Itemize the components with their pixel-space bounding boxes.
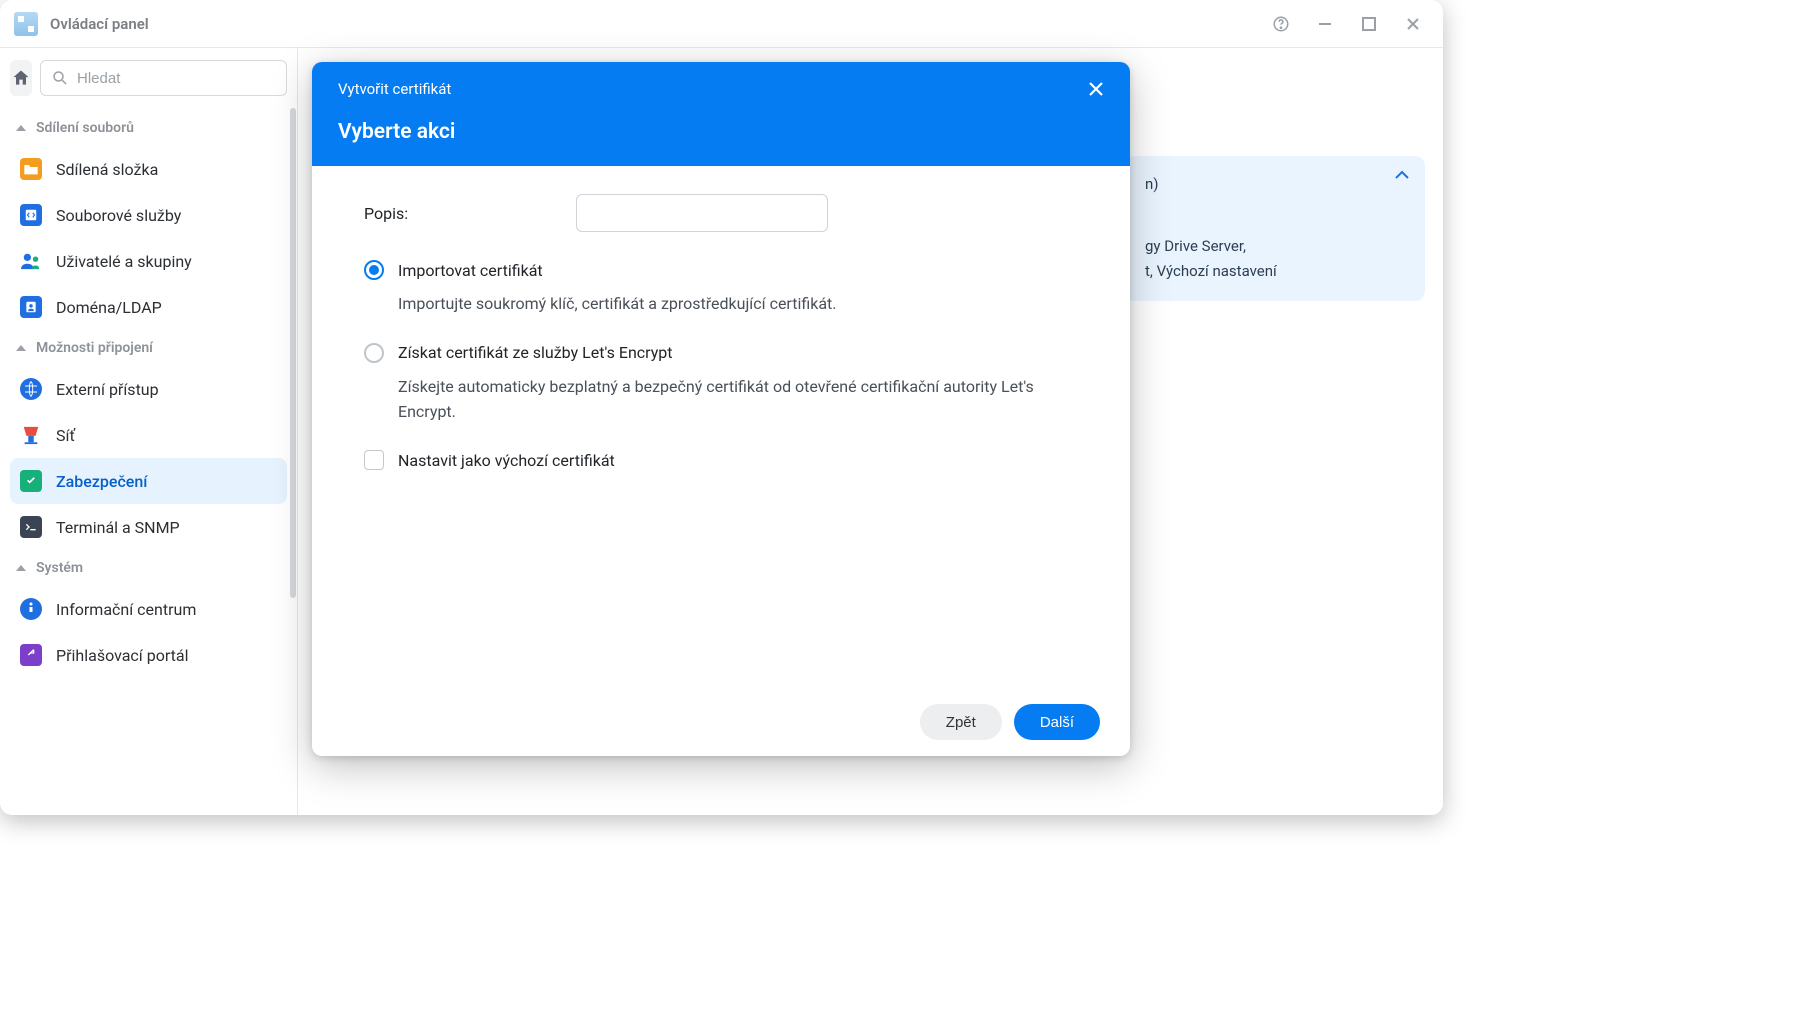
radio-import-certificate[interactable]: Importovat certifikát <box>364 260 1078 280</box>
certificate-card[interactable]: n) gy Drive Server, t, Výchozí nastavení <box>1125 156 1425 301</box>
dialog-body: Popis: Importovat certifikát Importujte … <box>312 166 1130 688</box>
checkbox-label: Nastavit jako výchozí certifikát <box>398 451 615 470</box>
sidebar-item-label: Informační centrum <box>56 600 196 619</box>
create-certificate-dialog: Vytvořit certifikát Vyberte akci Popis: … <box>312 62 1130 756</box>
dialog-title: Vyberte akci <box>338 120 1104 144</box>
sidebar-item-label: Zabezpečení <box>56 472 147 491</box>
dialog-breadcrumb: Vytvořit certifikát <box>338 80 451 98</box>
card-text-2: gy Drive Server, <box>1145 234 1405 260</box>
radio-lets-encrypt[interactable]: Získat certifikát ze služby Let's Encryp… <box>364 343 1078 363</box>
section-label: Možnosti připojení <box>36 340 153 356</box>
section-label: Sdílení souborů <box>36 120 134 136</box>
next-button[interactable]: Další <box>1014 704 1100 740</box>
window-title: Ovládací panel <box>50 15 149 33</box>
control-panel-window: Ovládací panel <box>0 0 1443 815</box>
sidebar-item-info-center[interactable]: Informační centrum <box>10 586 287 632</box>
sidebar-item-external-access[interactable]: Externí přístup <box>10 366 287 412</box>
dialog-header: Vytvořit certifikát Vyberte akci <box>312 62 1130 166</box>
section-connectivity[interactable]: Možnosti připojení <box>10 330 287 366</box>
chevron-up-icon <box>16 345 26 351</box>
back-button[interactable]: Zpět <box>920 704 1002 740</box>
sidebar-item-file-services[interactable]: Souborové služby <box>10 192 287 238</box>
sidebar-item-label: Terminál a SNMP <box>56 518 180 537</box>
card-text-3: t, Výchozí nastavení <box>1145 259 1405 285</box>
default-cert-checkbox-row[interactable]: Nastavit jako výchozí certifikát <box>364 450 1078 470</box>
radio-icon[interactable] <box>364 260 384 280</box>
sidebar-item-users-groups[interactable]: Uživatelé a skupiny <box>10 238 287 284</box>
chevron-up-icon <box>16 125 26 131</box>
search-input[interactable] <box>77 70 276 87</box>
terminal-icon <box>20 516 42 538</box>
globe-icon <box>20 378 42 400</box>
info-icon <box>20 598 42 620</box>
sidebar-item-label: Uživatelé a skupiny <box>56 252 192 271</box>
maximize-icon[interactable] <box>1353 8 1385 40</box>
card-text-1: n) <box>1145 172 1405 198</box>
chevron-up-icon <box>16 565 26 571</box>
users-icon <box>20 250 42 272</box>
close-icon[interactable] <box>1088 81 1104 97</box>
sidebar-item-label: Sdílená složka <box>56 160 158 179</box>
minimize-icon[interactable] <box>1309 8 1341 40</box>
section-file-sharing[interactable]: Sdílení souborů <box>10 110 287 146</box>
sidebar-item-label: Doména/LDAP <box>56 298 162 317</box>
sidebar-item-terminal-snmp[interactable]: Terminál a SNMP <box>10 504 287 550</box>
titlebar: Ovládací panel <box>0 0 1443 48</box>
description-input[interactable] <box>576 194 828 232</box>
radio-label: Importovat certifikát <box>398 261 543 280</box>
section-system[interactable]: Systém <box>10 550 287 586</box>
section-label: Systém <box>36 560 83 576</box>
sidebar-item-label: Souborové služby <box>56 206 181 225</box>
dialog-footer: Zpět Další <box>312 688 1130 756</box>
sidebar-item-shared-folder[interactable]: Sdílená složka <box>10 146 287 192</box>
home-button[interactable] <box>10 60 32 96</box>
checkbox[interactable] <box>364 450 384 470</box>
sidebar-item-label: Externí přístup <box>56 380 159 399</box>
shield-icon <box>20 470 42 492</box>
file-services-icon <box>20 204 42 226</box>
app-icon <box>14 12 38 36</box>
sidebar-item-network[interactable]: Síť <box>10 412 287 458</box>
radio-icon[interactable] <box>364 343 384 363</box>
sidebar: Sdílení souborů Sdílená složka Souborové… <box>0 48 298 815</box>
network-icon <box>20 424 42 446</box>
sidebar-scrollbar[interactable] <box>290 108 296 598</box>
radio-lets-encrypt-desc: Získejte automaticky bezplatný a bezpečn… <box>398 375 1078 425</box>
search-box[interactable] <box>40 60 287 96</box>
chevron-up-icon[interactable] <box>1395 170 1409 180</box>
sidebar-item-domain-ldap[interactable]: Doména/LDAP <box>10 284 287 330</box>
search-icon <box>51 69 69 87</box>
folder-icon <box>20 158 42 180</box>
sidebar-item-login-portal[interactable]: Přihlašovací portál <box>10 632 287 678</box>
help-icon[interactable] <box>1265 8 1297 40</box>
close-icon[interactable] <box>1397 8 1429 40</box>
sidebar-item-security[interactable]: Zabezpečení <box>10 458 287 504</box>
radio-import-desc: Importujte soukromý klíč, certifikát a z… <box>398 292 1078 317</box>
portal-icon <box>20 644 42 666</box>
sidebar-item-label: Přihlašovací portál <box>56 646 188 665</box>
sidebar-item-label: Síť <box>56 426 75 445</box>
domain-icon <box>20 296 42 318</box>
description-label: Popis: <box>364 204 554 223</box>
radio-label: Získat certifikát ze služby Let's Encryp… <box>398 343 673 362</box>
